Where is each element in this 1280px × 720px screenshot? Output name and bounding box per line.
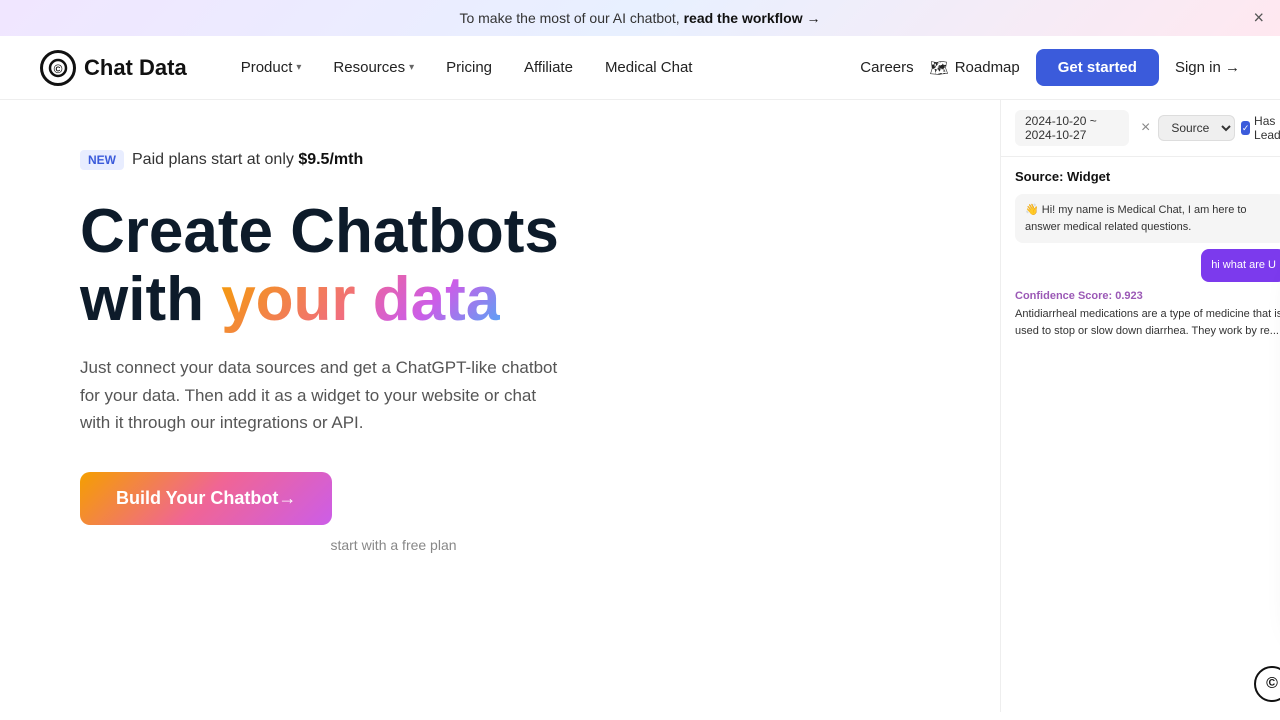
new-badge-row: NEW Paid plans start at only $9.5/mth [80, 150, 707, 170]
date-range: 2024-10-20 ~ 2024-10-27 [1015, 110, 1129, 146]
rp-bot-greeting: 👋 Hi! my name is Medical Chat, I am here… [1015, 194, 1280, 243]
top-banner: To make the most of our AI chatbot, read… [0, 0, 1280, 36]
hero-title: Create Chatbots with your data [80, 198, 707, 334]
get-started-button[interactable]: Get started [1036, 49, 1159, 86]
copyright-icon: © [1254, 666, 1280, 702]
svg-text:©: © [54, 62, 63, 76]
banner-close[interactable]: × [1253, 8, 1264, 29]
build-chatbot-button[interactable]: Build Your Chatbot→ [80, 472, 332, 525]
rp-long-message: Antidiarrheal medications are a type of … [1015, 306, 1280, 341]
nav-roadmap[interactable]: 🗺 Roadmap [930, 59, 1020, 77]
source-label: Source: Widget [1015, 169, 1280, 184]
rp-close-icon[interactable]: × [1141, 119, 1150, 137]
pricing-info: Paid plans start at only $9.5/mth [132, 151, 363, 169]
chevron-down-icon: ▾ [409, 62, 414, 73]
right-panel: 2024-10-20 ~ 2024-10-27 × Source ✓ Has L… [1000, 100, 1280, 712]
navbar: © Chat Data Product ▾ Resources ▾ Pricin… [0, 36, 1280, 100]
hero-subtitle: Just connect your data sources and get a… [80, 354, 560, 436]
has-lead-checkbox[interactable]: ✓ Has Lead [1241, 114, 1280, 142]
confidence-score: Confidence Score: 0.923 [1015, 290, 1280, 302]
hero-title-your: your [221, 265, 355, 334]
nav-item-pricing[interactable]: Pricing [432, 51, 506, 84]
nav-careers[interactable]: Careers [860, 59, 913, 76]
nav-right: Careers 🗺 Roadmap Get started Sign in → [860, 49, 1240, 86]
hero-section: NEW Paid plans start at only $9.5/mth Cr… [0, 100, 1280, 712]
hero-title-data: data [373, 265, 500, 334]
nav-item-medical-chat[interactable]: Medical Chat [591, 51, 707, 84]
logo-icon: © [40, 50, 76, 86]
checkbox-checked-icon: ✓ [1241, 121, 1250, 135]
logo[interactable]: © Chat Data [40, 50, 187, 86]
rp-user-message: hi what are U [1201, 249, 1280, 282]
hero-left: NEW Paid plans start at only $9.5/mth Cr… [80, 130, 707, 712]
banner-text: To make the most of our AI chatbot, [459, 10, 683, 26]
source-filter: Source ✓ Has Lead [1158, 114, 1280, 142]
sign-in-link[interactable]: Sign in → [1175, 59, 1240, 76]
logo-text: Chat Data [84, 55, 187, 81]
nav-item-product[interactable]: Product ▾ [227, 51, 316, 84]
source-select[interactable]: Source [1158, 115, 1235, 141]
new-badge: NEW [80, 150, 124, 170]
free-plan-text: start with a free plan [80, 537, 707, 553]
chevron-down-icon: ▾ [296, 62, 301, 73]
banner-link[interactable]: read the workflow → [684, 10, 821, 26]
nav-links: Product ▾ Resources ▾ Pricing Affiliate … [227, 51, 861, 84]
nav-item-affiliate[interactable]: Affiliate [510, 51, 587, 84]
roadmap-icon: 🗺 [930, 59, 949, 77]
nav-item-resources[interactable]: Resources ▾ [319, 51, 428, 84]
has-lead-label: Has Lead [1254, 114, 1280, 142]
rp-user-msg-row: hi what are U [1015, 249, 1280, 282]
rp-content: Source: Widget 👋 Hi! my name is Medical … [1001, 157, 1280, 353]
rp-toolbar: 2024-10-20 ~ 2024-10-27 × Source ✓ Has L… [1001, 100, 1280, 157]
